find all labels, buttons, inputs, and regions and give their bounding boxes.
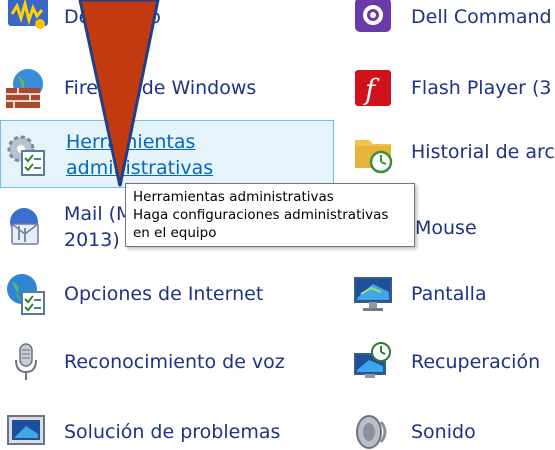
mail-icon [10,208,39,245]
recovery-label: Recuperación [411,351,541,373]
dell-command-label: Dell Command [411,6,552,28]
internet-options-label: Opciones de Internet [64,283,264,305]
admin-tools-gear-checklist-icon [7,135,45,176]
control-panel-item-internet-options[interactable]: Opciones de Internet [0,272,330,316]
control-panel-item-dell-command[interactable]: Dell Command [345,0,555,36]
control-panel-item-file-history[interactable]: Historial de arc [345,126,555,182]
control-panel-item-admin-tools[interactable]: Herramientas administrativas [0,120,334,188]
dell-audio-label: Dell Audio [64,6,161,28]
file-history-label: Historial de arc [411,141,555,163]
troubleshooting-monitor-icon [7,415,45,445]
control-panel-item-sound[interactable]: Sonido [345,410,555,450]
troubleshooting-label: Solución de problemas [64,421,281,443]
dell-command-gear-icon [355,0,391,32]
mouse-label: Mouse [415,217,477,239]
control-panel-item-recovery[interactable]: Recuperación [345,340,555,384]
speech-recognition-label: Reconocimiento de voz [64,351,285,373]
control-panel-item-flash-player[interactable]: f Flash Player (3 [345,66,555,110]
admin-tools-tooltip: Herramientas administrativas Haga config… [125,183,415,247]
flash-player-label: Flash Player (3 [411,77,552,99]
control-panel-item-display[interactable]: Pantalla [345,272,555,316]
speaker-icon [356,415,387,449]
control-panel-item-speech-recognition[interactable]: Reconocimiento de voz [0,340,330,384]
control-panel-item-firewall[interactable]: Firewall de Windows [0,66,330,110]
firewall-label: Firewall de Windows [64,77,257,99]
display-label: Pantalla [411,283,487,305]
internet-options-globe-checklist-icon [7,274,45,315]
firewall-brick-globe-icon [6,69,43,108]
control-panel-view: Dell Audio Dell Command Firewall de Wind… [0,0,555,450]
tooltip-title: Herramientas administrativas [133,189,334,205]
mail-label-line2: 2013) [64,229,120,251]
admin-tools-label-line1: Herramientas [66,131,196,153]
mail-label-line1: Mail (M [64,203,133,225]
sound-label: Sonido [411,421,476,443]
display-monitor-icon [354,277,392,311]
flash-player-icon: f [355,70,391,106]
microphone-icon [15,343,37,380]
control-panel-item-troubleshooting[interactable]: Solución de problemas [0,410,330,450]
audio-waveform-icon [8,0,48,29]
tooltip-description-line2: en el equipo [133,225,217,241]
file-history-folder-clock-icon [355,140,393,174]
admin-tools-label-line2: administrativas [66,157,214,179]
control-panel-item-dell-audio[interactable]: Dell Audio [0,0,330,36]
recovery-monitor-clock-icon [354,342,391,378]
tooltip-description-line1: Haga configuraciones administrativas [133,207,389,223]
